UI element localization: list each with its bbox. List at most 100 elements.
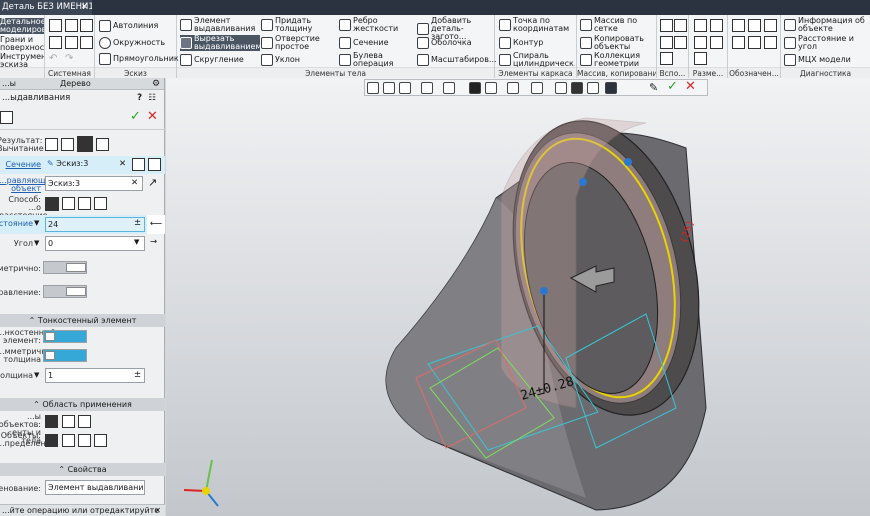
clear-guide-icon[interactable]: ✕: [131, 178, 138, 188]
sketch-mode-icon[interactable]: [148, 158, 161, 171]
help-icon[interactable]: ?: [137, 90, 142, 106]
copy-icon[interactable]: [65, 36, 78, 49]
method-to-surface-icon[interactable]: [94, 197, 107, 210]
copy-objects-button[interactable]: Копировать объекты: [580, 35, 656, 51]
distance-input[interactable]: 24: [45, 217, 145, 232]
define-add-icon[interactable]: [94, 434, 107, 447]
radial-dim-icon[interactable]: [710, 19, 723, 32]
faces-surfaces-button[interactable]: Грани и поверхности: [0, 36, 44, 52]
new-file-icon[interactable]: [49, 19, 62, 32]
tolerance-icon[interactable]: ±: [134, 218, 141, 228]
section-field[interactable]: ✎ Эскиз:3: [45, 157, 129, 172]
grid-array-button[interactable]: Массив по сетке: [580, 17, 656, 33]
panel-mode-icon[interactable]: [0, 111, 13, 124]
angle-arrow-icon[interactable]: →: [150, 237, 157, 247]
angle-dim-icon[interactable]: [694, 36, 707, 49]
undo-icon[interactable]: ↶: [49, 53, 57, 64]
auto-dim-icon[interactable]: [694, 52, 707, 65]
result-union-icon[interactable]: [61, 138, 74, 151]
status-close-icon[interactable]: ✕: [154, 505, 161, 516]
thickness-tolerance-icon[interactable]: ±: [134, 370, 141, 380]
tolerance-icon[interactable]: [764, 19, 777, 32]
thickness-dropdown-icon[interactable]: ▼: [34, 371, 39, 379]
base-icon[interactable]: [732, 36, 745, 49]
ok-icon[interactable]: ✓: [130, 109, 141, 124]
guide-label[interactable]: ...равляющий объект: [0, 177, 56, 193]
edit-sketch-icon[interactable]: [132, 158, 145, 171]
document-tab[interactable]: Деталь БЕЗ ИМЕНИ1 ✕: [0, 0, 92, 15]
mass-props-button[interactable]: МЦХ модели: [784, 54, 851, 66]
result-subtract-icon[interactable]: [77, 136, 93, 152]
angle-dropdown-icon[interactable]: ▼: [34, 239, 39, 247]
properties-section-header[interactable]: ⌃ Свойства: [0, 463, 165, 476]
scope-section-header[interactable]: ⌃ Область применения: [0, 398, 165, 411]
distance-angle-button[interactable]: Расстояние и угол: [784, 35, 869, 51]
helix-button[interactable]: Спираль цилиндрическ...: [499, 52, 575, 68]
scale-button[interactable]: Масштабиров...: [417, 54, 497, 66]
cut-extrude-button[interactable]: Вырезать выдавливанием: [180, 35, 262, 51]
weld-icon[interactable]: [748, 36, 761, 49]
mark-icon[interactable]: [764, 36, 777, 49]
panel-settings-icon[interactable]: ⚙: [152, 78, 160, 90]
fillet-button[interactable]: Скругление: [180, 54, 244, 66]
distance-dropdown-icon[interactable]: ▼: [34, 219, 39, 227]
thin-wall-toggle[interactable]: [43, 330, 87, 343]
tab-parameters[interactable]: ...ы: [2, 78, 16, 90]
clear-section-icon[interactable]: ✕: [119, 159, 126, 169]
symmetric-toggle[interactable]: [43, 261, 87, 274]
linear-dim-icon[interactable]: [694, 19, 707, 32]
manual-define-icon[interactable]: [62, 434, 75, 447]
scope-selected-icon[interactable]: [62, 415, 75, 428]
auto-define-icon[interactable]: [45, 434, 58, 447]
aux-axis-icon[interactable]: [674, 19, 687, 32]
thicken-button[interactable]: Придать толщину: [261, 17, 331, 33]
aux-cs-icon[interactable]: [674, 36, 687, 49]
angle-select-icon[interactable]: ▼: [134, 238, 139, 246]
point-coords-button[interactable]: Точка по координатам: [499, 17, 575, 33]
diameter-dim-icon[interactable]: [710, 36, 723, 49]
rib-button[interactable]: Ребро жесткости: [339, 17, 411, 33]
draft-button[interactable]: Уклон: [261, 54, 300, 66]
aux-point-icon[interactable]: [660, 36, 673, 49]
sketch-tools-button[interactable]: Инструменты эскиза: [0, 53, 44, 67]
circle-button[interactable]: Окружность: [99, 37, 165, 49]
redo-icon[interactable]: ↷: [65, 53, 73, 64]
thickness-input[interactable]: 1: [45, 368, 145, 383]
direction-arrow-icon[interactable]: ↗: [148, 176, 157, 189]
result-intersect-icon[interactable]: [96, 138, 109, 151]
thin-symmetric-toggle[interactable]: [43, 349, 87, 362]
print-icon[interactable]: [49, 36, 62, 49]
thin-wall-section-header[interactable]: ⌃ Тонкостенный элемент: [0, 314, 165, 327]
aux-plane-icon[interactable]: [660, 19, 673, 32]
section-label[interactable]: Сечение: [5, 161, 41, 169]
detail-modeling-button[interactable]: Детальное моделирование: [0, 18, 44, 34]
define-all-icon[interactable]: [78, 434, 91, 447]
shell-button[interactable]: Оболочка: [417, 37, 472, 49]
cancel-icon[interactable]: ✕: [147, 109, 158, 124]
paste-icon[interactable]: [80, 36, 93, 49]
method-through-all-icon[interactable]: [62, 197, 75, 210]
contour-button[interactable]: Контур: [499, 37, 543, 49]
section-button[interactable]: Сечение: [339, 37, 389, 49]
scope-bodies-icon[interactable]: [78, 415, 91, 428]
extrude-button[interactable]: Элемент выдавливания: [180, 17, 260, 33]
save-icon[interactable]: [80, 19, 93, 32]
method-to-vertex-icon[interactable]: [78, 197, 91, 210]
guide-field[interactable]: Эскиз:3: [45, 176, 143, 191]
roughness-icon[interactable]: [732, 19, 745, 32]
result-add-icon[interactable]: [45, 138, 58, 151]
hole-button[interactable]: Отверстие простое: [261, 35, 331, 51]
rectangle-button[interactable]: Прямоугольник: [99, 53, 179, 65]
3d-viewport[interactable]: ✎ ✓ ✕ 24±0.28 (25): [166, 78, 870, 516]
direction-toggle[interactable]: [43, 285, 87, 298]
close-icon[interactable]: ✕: [81, 0, 88, 15]
reverse-direction-icon[interactable]: ⟵: [147, 215, 165, 234]
leader-icon[interactable]: [748, 19, 761, 32]
method-distance-icon[interactable]: [45, 197, 59, 211]
geometry-collection-button[interactable]: Коллекция геометрии: [580, 52, 656, 68]
tab-tree[interactable]: Дерево: [60, 78, 91, 90]
model-canvas[interactable]: 24±0.28 (25): [166, 78, 870, 516]
aux-line-icon[interactable]: [660, 52, 673, 65]
boolean-button[interactable]: Булева операция: [339, 52, 411, 68]
angle-input[interactable]: 0: [45, 236, 145, 251]
